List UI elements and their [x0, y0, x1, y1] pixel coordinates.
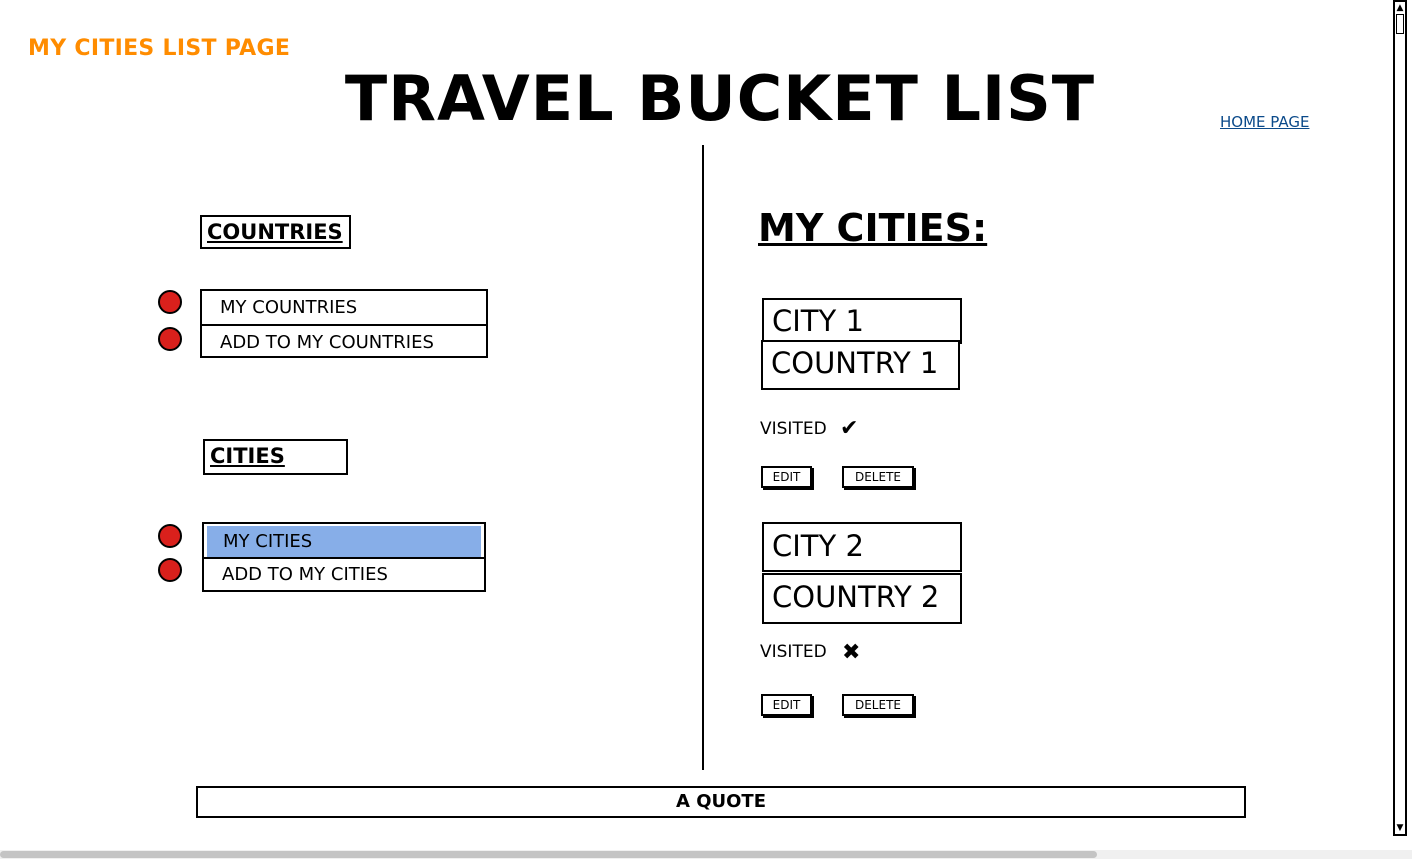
visited-label: VISITED — [760, 419, 827, 439]
home-page-link[interactable]: HOME PAGE — [1220, 113, 1309, 131]
menu-item-my-countries[interactable]: MY COUNTRIES — [202, 291, 486, 324]
column-divider — [702, 145, 704, 770]
scrollbar-thumb[interactable] — [1396, 14, 1404, 34]
bullet-icon — [158, 558, 182, 582]
menu-item-add-to-my-countries[interactable]: ADD TO MY COUNTRIES — [202, 324, 486, 357]
edit-button[interactable]: EDIT — [761, 694, 812, 716]
visited-label: VISITED — [760, 642, 827, 662]
page: MY CITIES LIST PAGE TRAVEL BUCKET LIST H… — [0, 0, 1412, 859]
edit-button[interactable]: EDIT — [761, 466, 812, 488]
bullet-icon — [158, 524, 182, 548]
city-name-box: CITY 2 — [762, 522, 962, 572]
delete-button[interactable]: DELETE — [842, 466, 914, 488]
scroll-up-icon[interactable]: ▲ — [1395, 2, 1405, 14]
country-name-box: COUNTRY 2 — [762, 573, 962, 624]
country-name-box: COUNTRY 1 — [761, 340, 960, 390]
cities-menu: MY CITIES ADD TO MY CITIES — [202, 522, 486, 592]
bullet-icon — [158, 290, 182, 314]
countries-section-title: COUNTRIES — [200, 215, 351, 249]
bullet-icon — [158, 327, 182, 351]
vertical-scrollbar[interactable]: ▲ ▼ — [1393, 0, 1407, 836]
scroll-down-icon[interactable]: ▼ — [1395, 822, 1405, 834]
cross-icon: ✖ — [842, 640, 861, 665]
quote-bar: A QUOTE — [196, 786, 1246, 818]
delete-button[interactable]: DELETE — [842, 694, 914, 716]
cities-section-title: CITIES — [203, 439, 348, 475]
my-cities-heading: MY CITIES: — [758, 206, 988, 250]
countries-menu: MY COUNTRIES ADD TO MY COUNTRIES — [200, 289, 488, 358]
menu-item-add-to-my-cities[interactable]: ADD TO MY CITIES — [204, 557, 484, 588]
check-icon: ✔ — [840, 416, 859, 441]
menu-item-my-cities[interactable]: MY CITIES — [207, 526, 481, 557]
city-name-box: CITY 1 — [762, 298, 962, 344]
page-label: MY CITIES LIST PAGE — [28, 36, 291, 61]
page-title: TRAVEL BUCKET LIST — [344, 62, 1096, 135]
horizontal-scrollbar[interactable] — [0, 850, 1412, 859]
scrollbar-thumb[interactable] — [0, 851, 1097, 858]
